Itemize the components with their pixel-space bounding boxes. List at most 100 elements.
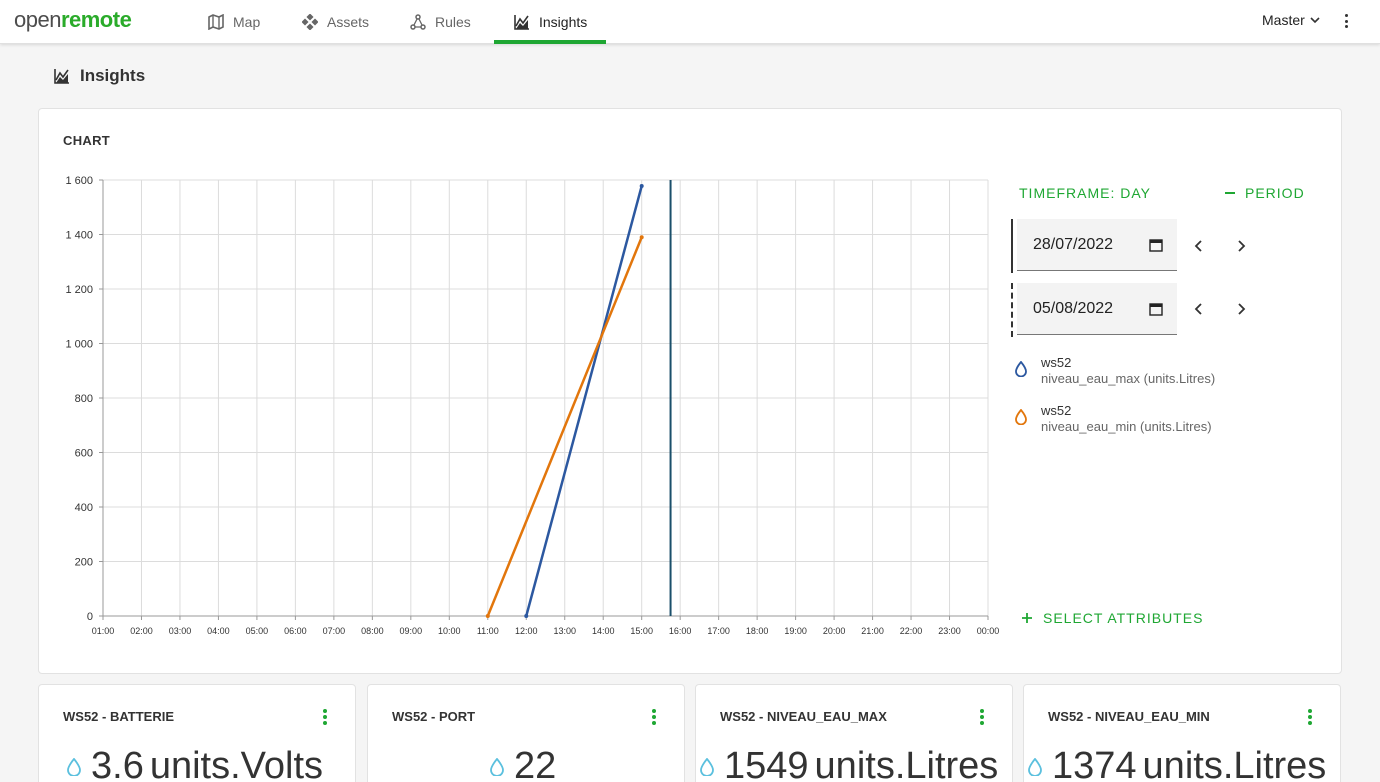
legend-item[interactable]: ws52 niveau_eau_min (units.Litres) [1015, 403, 1212, 435]
date-from-value: 28/07/2022 [1033, 235, 1114, 253]
calendar-icon [1149, 302, 1163, 316]
date-from-prev-button[interactable] [1189, 236, 1209, 256]
x-tick-label: 01:00 [92, 626, 115, 636]
timeframe-button[interactable]: TIMEFRAME: DAY [1019, 185, 1151, 201]
water-drop-icon [700, 757, 714, 776]
x-tick-label: 19:00 [784, 626, 807, 636]
x-tick-label: 03:00 [169, 626, 192, 636]
date-from-input[interactable]: 28/07/2022 [1017, 219, 1177, 271]
tab-insights[interactable]: Insights [514, 0, 587, 44]
card-value: 1374 units.Litres [1028, 745, 1326, 782]
x-tick-label: 16:00 [669, 626, 692, 636]
card-value: 3.6 units.Volts [67, 745, 323, 782]
card-menu-icon[interactable] [980, 709, 984, 725]
x-tick-label: 13:00 [553, 626, 576, 636]
x-tick-label: 05:00 [246, 626, 269, 636]
plus-icon [1022, 613, 1032, 623]
insights-icon [514, 15, 529, 30]
chevron-right-icon [1238, 303, 1246, 315]
x-tick-label: 17:00 [707, 626, 730, 636]
data-point [524, 614, 529, 618]
card-value: 1549 units.Litres [700, 745, 998, 782]
y-tick-label: 400 [75, 502, 93, 514]
card-value-number: 22 [514, 745, 557, 782]
date-to-marker [1011, 283, 1013, 337]
tab-map-label: Map [233, 14, 261, 30]
legend-asset-name: ws52 [1041, 403, 1072, 418]
page-title: Insights [54, 66, 145, 86]
chart-panel: CHART 01:00 02:00 03:00 04:00 05:00 06:00 07:0… [38, 108, 1342, 674]
date-from-next-button[interactable] [1231, 236, 1251, 256]
x-tick-label: 20:00 [823, 626, 846, 636]
date-to-next-button[interactable] [1231, 299, 1251, 319]
x-tick-label: 10:00 [438, 626, 461, 636]
active-tab-indicator [494, 40, 606, 44]
data-point [639, 183, 644, 188]
y-tick-label: 800 [75, 393, 93, 405]
chevron-right-icon [1238, 240, 1246, 252]
line-chart[interactable]: 01:00 02:00 03:00 04:00 05:00 06:00 07:00 08:00… [39, 109, 1019, 649]
attribute-card-niveau-eau-min: WS52 - NIVEAU_EAU_MIN 1374 units.Litres [1023, 684, 1341, 782]
openremote-logo[interactable]: openremote [14, 7, 132, 33]
y-tick-label: 200 [75, 557, 93, 569]
map-icon [208, 14, 224, 30]
x-tick-label: 09:00 [400, 626, 423, 636]
data-point [485, 614, 490, 618]
card-title: WS52 - NIVEAU_EAU_MIN [1048, 709, 1210, 724]
x-tick-label: 15:00 [630, 626, 653, 636]
top-bar: openremote Map Assets Rules Insights Mas… [0, 0, 1380, 44]
chevron-left-icon [1194, 303, 1202, 315]
x-tick-label: 11:00 [477, 626, 499, 636]
tab-rules[interactable]: Rules [410, 0, 471, 44]
x-tick-label: 14:00 [592, 626, 615, 636]
card-menu-icon[interactable] [652, 709, 656, 725]
tab-map[interactable]: Map [208, 0, 260, 44]
legend-attribute-name: niveau_eau_max (units.Litres) [1041, 371, 1216, 386]
y-tick-label: 600 [75, 448, 93, 460]
attribute-card-niveau-eau-max: WS52 - NIVEAU_EAU_MAX 1549 units.Litres [695, 684, 1013, 782]
chevron-down-icon [1310, 17, 1320, 24]
tab-insights-label: Insights [539, 14, 588, 30]
tab-assets[interactable]: Assets [302, 0, 369, 44]
x-tick-label: 21:00 [861, 626, 884, 636]
x-tick-label: 07:00 [323, 626, 346, 636]
card-value-unit: units.Litres [1142, 745, 1327, 782]
water-drop-icon [1015, 361, 1027, 377]
card-menu-icon[interactable] [323, 709, 327, 725]
y-tick-label: 1 000 [65, 339, 93, 351]
date-to-prev-button[interactable] [1189, 299, 1209, 319]
page-title-text: Insights [80, 66, 146, 85]
y-tick-label: 0 [87, 611, 93, 623]
water-drop-icon [1028, 757, 1042, 776]
attribute-card-batterie: WS52 - BATTERIE 3.6 units.Volts [38, 684, 356, 782]
legend-attribute-name: niveau_eau_min (units.Litres) [1041, 419, 1212, 434]
x-tick-label: 22:00 [900, 626, 923, 636]
card-value-number: 3.6 [91, 745, 144, 782]
date-to-input[interactable]: 05/08/2022 [1017, 283, 1177, 335]
card-menu-icon[interactable] [1308, 709, 1312, 725]
card-title: WS52 - NIVEAU_EAU_MAX [720, 709, 887, 724]
x-tick-label: 04:00 [207, 626, 230, 636]
card-title: WS52 - BATTERIE [63, 709, 174, 724]
legend-item[interactable]: ws52 niveau_eau_max (units.Litres) [1015, 355, 1215, 387]
x-tick-label: 06:00 [284, 626, 307, 636]
card-title: WS52 - PORT [392, 709, 476, 724]
realm-selector[interactable]: Master [1262, 12, 1321, 28]
x-tick-label: 23:00 [938, 626, 961, 636]
x-tick-label: 00:00 [977, 626, 1000, 636]
rules-icon [410, 14, 426, 30]
date-from-marker [1011, 219, 1013, 273]
insights-icon [54, 69, 69, 84]
attribute-card-port: WS52 - PORT 22 [367, 684, 685, 782]
y-tick-label: 1 200 [65, 284, 93, 296]
select-attributes-label: SELECT ATTRIBUTES [1043, 610, 1204, 626]
realm-label: Master [1262, 12, 1305, 28]
select-attributes-button[interactable]: SELECT ATTRIBUTES [1021, 610, 1203, 626]
period-label: PERIOD [1245, 185, 1305, 201]
series-line [525, 185, 643, 617]
x-tick-label: 08:00 [361, 626, 384, 636]
minus-icon [1225, 192, 1235, 194]
card-value-number: 1549 [724, 745, 809, 782]
more-menu-icon[interactable] [1340, 12, 1352, 30]
period-button[interactable]: PERIOD [1225, 185, 1305, 201]
